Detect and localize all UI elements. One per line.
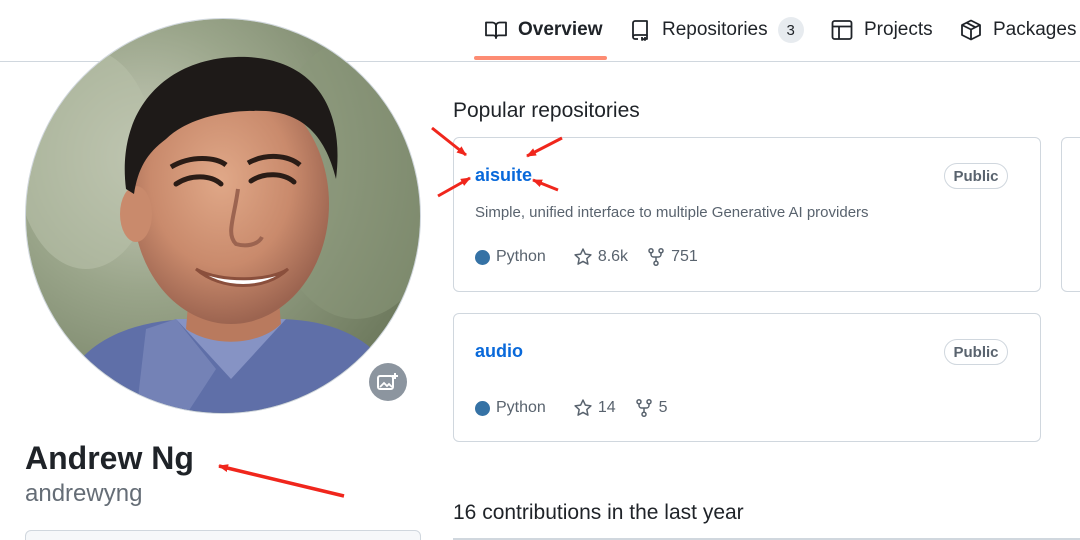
image-add-icon (377, 373, 398, 390)
repo-forks-link[interactable]: 5 (634, 398, 668, 418)
fork-count: 5 (658, 399, 668, 416)
visibility-badge: Public (944, 339, 1008, 365)
table-icon (830, 18, 854, 42)
repo-card-partial (1061, 137, 1080, 292)
tab-overview[interactable]: Overview (484, 0, 603, 60)
star-count: 8.6k (597, 248, 629, 265)
repo-icon (628, 18, 652, 42)
tab-repositories[interactable]: Repositories 3 (628, 0, 804, 60)
language-color-dot (475, 400, 490, 416)
profile-edit-box (25, 530, 421, 540)
repo-language: Python (475, 248, 546, 266)
repo-description: Simple, unified interface to multiple Ge… (475, 204, 869, 221)
star-icon (574, 399, 592, 416)
fork-icon (635, 398, 652, 418)
repo-card: audio Public Python 14 5 (453, 313, 1041, 442)
repo-meta: Python 14 5 (475, 398, 686, 418)
star-count: 14 (597, 399, 616, 416)
repo-language: Python (475, 399, 546, 417)
change-avatar-button[interactable] (369, 363, 407, 401)
contributions-title: 16 contributions in the last year (453, 501, 744, 524)
book-icon (484, 18, 508, 42)
active-tab-indicator (474, 56, 607, 60)
repo-link-audio[interactable]: audio (475, 341, 523, 362)
annotation-arrow (218, 464, 345, 498)
profile-avatar[interactable] (25, 18, 421, 414)
tab-packages-label: Packages (993, 19, 1077, 40)
visibility-badge: Public (944, 163, 1008, 189)
tab-overview-label: Overview (518, 19, 603, 40)
language-label: Python (496, 399, 546, 416)
fork-count: 751 (671, 248, 698, 265)
repo-meta: Python 8.6k 751 (475, 247, 716, 267)
package-icon (959, 18, 983, 42)
repositories-count-badge: 3 (777, 17, 804, 43)
repo-card: aisuite Public Simple, unified interface… (453, 137, 1041, 292)
profile-name: Andrew Ng (25, 440, 194, 476)
profile-login: andrewyng (25, 480, 143, 507)
language-label: Python (496, 248, 546, 265)
tab-projects-label: Projects (864, 19, 933, 40)
star-icon (574, 248, 592, 265)
popular-repositories-title: Popular repositories (453, 99, 640, 122)
language-color-dot (475, 249, 490, 265)
tab-packages[interactable]: Packages (959, 0, 1076, 60)
tab-repositories-label: Repositories (662, 19, 768, 40)
profile-photo (26, 19, 420, 413)
fork-icon (648, 247, 664, 267)
repo-stars-link[interactable]: 8.6k (573, 247, 628, 267)
repo-link-aisuite[interactable]: aisuite (475, 165, 532, 186)
repo-stars-link[interactable]: 14 (573, 398, 616, 418)
tab-projects[interactable]: Projects (830, 0, 933, 60)
repo-forks-link[interactable]: 751 (646, 247, 698, 267)
